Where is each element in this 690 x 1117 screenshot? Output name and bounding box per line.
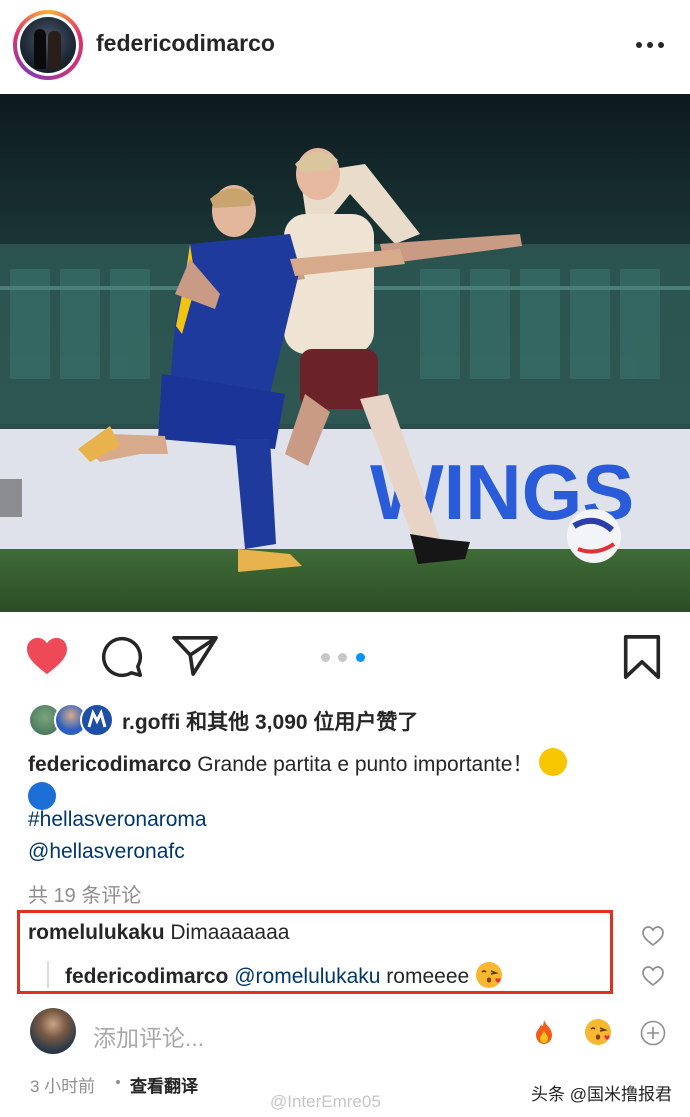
post-timestamp: 3 小时前 — [30, 1077, 96, 1096]
carousel-dot-1 — [321, 653, 330, 662]
author-username[interactable]: federicodimarco — [96, 30, 275, 57]
likes-count-text: 和其他 3,090 位用户赞了 — [186, 711, 419, 734]
more-options-icon[interactable] — [636, 42, 664, 50]
reply-item: federicodimarco @romelulukaku romeeee — [65, 961, 503, 989]
post-header: federicodimarco — [0, 0, 690, 92]
post-caption: federicodimarco Grande partita e punto i… — [28, 748, 668, 814]
carousel-dot-2 — [338, 653, 347, 662]
likes-text: r.goffi 和其他 3,090 位用户赞了 — [122, 706, 418, 736]
author-avatar — [20, 17, 76, 73]
football-photo: WINGS — [0, 94, 690, 612]
kissing-face-emoji — [476, 962, 503, 988]
reply-indent-line — [47, 961, 49, 988]
current-user-avatar — [30, 1008, 76, 1054]
kissing-face-emoji-icon[interactable] — [584, 1018, 612, 1046]
post-actions — [0, 620, 690, 690]
add-emoji-plus-icon[interactable] — [640, 1020, 666, 1046]
separator-dot — [116, 1080, 120, 1084]
liker-username[interactable]: r.goffi — [122, 711, 180, 734]
share-send-icon[interactable] — [172, 635, 218, 677]
view-all-comments-link[interactable]: 共 19 条评论 — [28, 879, 141, 908]
reply-text: romeeee — [386, 965, 470, 988]
comment-item: romelulukaku Dimaaaaaaa — [28, 921, 289, 945]
liker-avatar-3 — [80, 703, 114, 737]
yellow-circle-emoji — [539, 748, 568, 776]
reply-like-heart-icon[interactable] — [641, 965, 665, 987]
carousel-dot-active — [356, 653, 365, 662]
weibo-watermark: @InterEmre05 — [270, 1092, 381, 1111]
author-avatar-story-ring[interactable] — [13, 10, 83, 80]
post-photo[interactable]: WINGS — [0, 94, 690, 612]
reply-username[interactable]: federicodimarco — [65, 965, 228, 988]
caption-hashtag[interactable]: #hellasveronaroma — [28, 808, 207, 832]
fire-emoji-icon[interactable] — [530, 1018, 558, 1046]
add-comment-row: 添加评论... — [0, 1008, 690, 1058]
comment-icon[interactable] — [100, 635, 144, 679]
comment-username[interactable]: romelulukaku — [28, 921, 165, 944]
bookmark-icon[interactable] — [622, 634, 662, 680]
comment-text: Dimaaaaaaa — [170, 921, 290, 944]
toutiao-watermark: 头条 @国米撸报君 — [531, 1085, 672, 1104]
add-comment-input[interactable]: 添加评论... — [93, 1019, 204, 1053]
caption-mention[interactable]: @hellasveronafc — [28, 840, 185, 864]
likes-summary[interactable]: r.goffi 和其他 3,090 位用户赞了 — [28, 703, 668, 737]
see-translation-link[interactable]: 查看翻译 — [130, 1072, 198, 1097]
caption-username[interactable]: federicodimarco — [28, 753, 191, 776]
comment-like-heart-icon[interactable] — [641, 925, 665, 947]
reply-mention[interactable]: @romelulukaku — [234, 965, 380, 988]
blue-circle-emoji — [28, 782, 56, 810]
like-heart-icon[interactable] — [25, 636, 69, 676]
caption-text: Grande partita e punto importante！ — [197, 753, 534, 776]
